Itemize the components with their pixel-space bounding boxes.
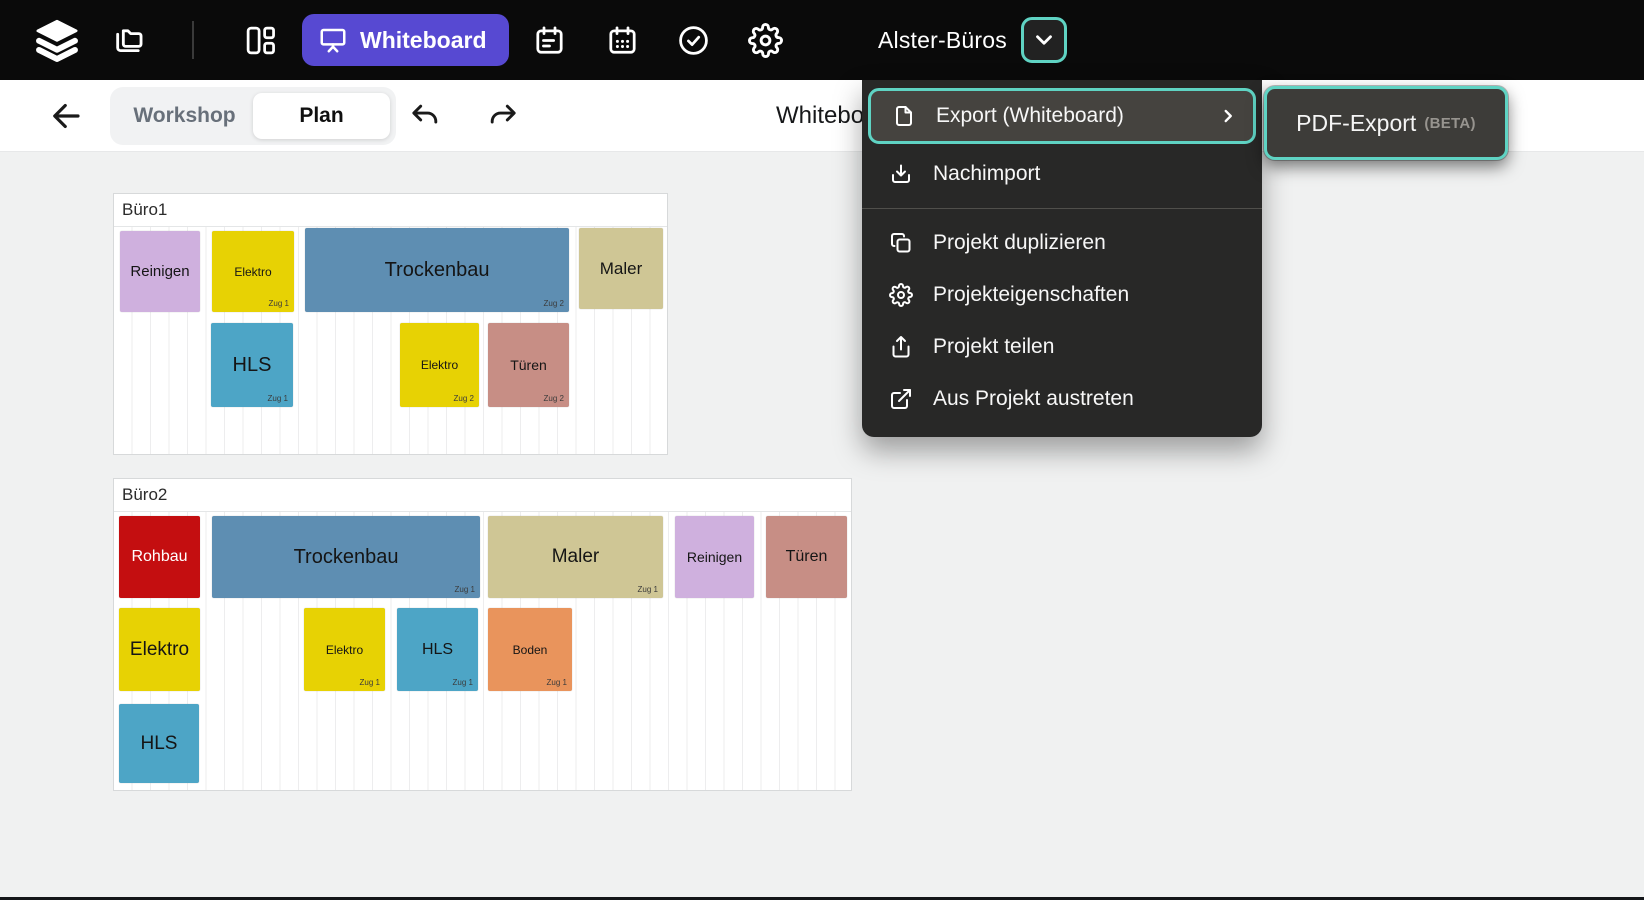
import-icon <box>888 162 914 186</box>
menu-item-label: Projekt teilen <box>933 335 1242 359</box>
board-title: Büro1 <box>114 194 667 227</box>
back-button[interactable] <box>48 98 84 134</box>
task-card-trockenbau[interactable]: Trockenbau Zug 2 <box>305 228 569 312</box>
menu-item-pdf-export[interactable]: PDF-Export (BETA) <box>1264 86 1508 160</box>
pdf-export-label: PDF-Export <box>1296 110 1416 137</box>
task-card-reinigen[interactable]: Reinigen <box>120 231 200 312</box>
card-zug-tag: Zug 1 <box>455 585 475 594</box>
card-label: Elektro <box>421 358 458 372</box>
swimlane-board-büro1: Büro1 Reinigen Elektro Zug 1 Trockenbau Zug 2… <box>113 193 668 455</box>
menu-item-label: Projekteigenschaften <box>933 283 1242 307</box>
menu-item-aus-projekt-austreten[interactable]: Aus Projekt austreten <box>862 373 1262 425</box>
card-zug-tag: Zug 2 <box>454 394 474 403</box>
task-card-trockenbau[interactable]: Trockenbau Zug 1 <box>212 516 480 598</box>
card-zug-tag: Zug 2 <box>544 299 564 308</box>
calendar-month-icon[interactable] <box>606 24 639 57</box>
task-card-maler[interactable]: Maler <box>579 228 663 309</box>
menu-item-label: Projekt duplizieren <box>933 231 1242 255</box>
file-icon <box>891 104 917 128</box>
arrow-left-icon <box>48 98 84 134</box>
card-zug-tag: Zug 2 <box>544 394 564 403</box>
card-zug-tag: Zug 1 <box>268 394 288 403</box>
card-label: Trockenbau <box>294 546 399 569</box>
card-label: Reinigen <box>130 263 189 280</box>
project-name: Alster-Büros <box>878 27 1007 54</box>
card-zug-tag: Zug 1 <box>547 678 567 687</box>
task-card-maler[interactable]: Maler Zug 1 <box>488 516 663 598</box>
card-label: HLS <box>233 354 272 377</box>
card-label: Elektro <box>130 639 189 661</box>
board-grid-area[interactable]: Reinigen Elektro Zug 1 Trockenbau Zug 2 Maler… <box>114 227 667 454</box>
task-card-türen[interactable]: Türen Zug 2 <box>488 323 569 407</box>
card-label: Türen <box>786 548 828 566</box>
card-zug-tag: Zug 1 <box>269 299 289 308</box>
task-card-elektro[interactable]: Elektro Zug 1 <box>304 608 385 691</box>
menu-item-label: Aus Projekt austreten <box>933 387 1242 411</box>
whiteboard-button[interactable]: Whiteboard <box>302 14 509 66</box>
undo-button[interactable] <box>408 100 443 133</box>
card-label: HLS <box>422 641 453 659</box>
task-card-reinigen[interactable]: Reinigen <box>675 516 754 598</box>
task-card-elektro[interactable]: Elektro Zug 2 <box>400 323 479 407</box>
menu-divider <box>862 208 1262 209</box>
calendar-agenda-icon[interactable] <box>533 24 566 57</box>
tab-workshop[interactable]: Workshop <box>116 93 253 139</box>
view-segmented-control: Workshop Plan <box>110 87 396 145</box>
card-label: Elektro <box>234 265 271 279</box>
task-card-hls[interactable]: HLS <box>119 704 199 783</box>
task-card-rohbau[interactable]: Rohbau <box>119 516 200 598</box>
external-icon <box>888 387 914 411</box>
card-label: HLS <box>141 733 178 755</box>
gear-icon <box>888 283 914 307</box>
card-label: Maler <box>552 546 600 568</box>
card-zug-tag: Zug 1 <box>360 678 380 687</box>
whiteboard-canvas[interactable]: Büro1 Reinigen Elektro Zug 1 Trockenbau Zug 2… <box>0 152 1644 900</box>
navbar-divider <box>192 21 194 59</box>
board-title: Büro2 <box>114 479 851 512</box>
swimlane-board-büro2: Büro2 Rohbau Trockenbau Zug 1 Maler Zug 1 Rein… <box>113 478 852 791</box>
task-card-boden[interactable]: Boden Zug 1 <box>488 608 572 691</box>
folders-icon[interactable] <box>112 23 146 57</box>
chevron-down-icon <box>1031 27 1057 53</box>
task-card-türen[interactable]: Türen <box>766 516 847 598</box>
redo-icon <box>485 100 520 133</box>
card-label: Reinigen <box>687 549 742 565</box>
share-icon <box>888 335 914 359</box>
card-label: Boden <box>513 643 548 657</box>
beta-badge: (BETA) <box>1424 115 1476 132</box>
task-card-hls[interactable]: HLS Zug 1 <box>397 608 478 691</box>
chevron-right-icon <box>1217 105 1239 127</box>
task-card-hls[interactable]: HLS Zug 1 <box>211 323 293 407</box>
card-label: Trockenbau <box>385 259 490 282</box>
menu-item-label: Export (Whiteboard) <box>936 104 1198 128</box>
project-dropdown-menu: Export (Whiteboard) Nachimport Projekt dup… <box>862 80 1262 437</box>
menu-item-export-whiteboard[interactable]: Export (Whiteboard) <box>868 88 1256 144</box>
project-menu-button[interactable] <box>1021 17 1067 63</box>
menu-item-label: Nachimport <box>933 162 1242 186</box>
whiteboard-button-label: Whiteboard <box>360 27 487 54</box>
check-circle-icon[interactable] <box>677 24 710 57</box>
top-navbar: Whiteboard Alster-Büros <box>0 0 1644 80</box>
task-card-elektro[interactable]: Elektro Zug 1 <box>212 231 294 312</box>
board-grid-area[interactable]: Rohbau Trockenbau Zug 1 Maler Zug 1 Reinigen T… <box>114 512 851 790</box>
card-label: Maler <box>600 259 643 279</box>
card-label: Türen <box>510 357 547 373</box>
tab-plan[interactable]: Plan <box>253 93 390 139</box>
card-zug-tag: Zug 1 <box>638 585 658 594</box>
card-label: Rohbau <box>131 548 187 566</box>
layers-logo-icon[interactable] <box>34 17 80 63</box>
menu-item-projekt-teilen[interactable]: Projekt teilen <box>862 321 1262 373</box>
card-label: Elektro <box>326 643 363 657</box>
layout-icon[interactable] <box>244 24 277 57</box>
menu-item-projekt-duplizieren[interactable]: Projekt duplizieren <box>862 217 1262 269</box>
redo-button[interactable] <box>485 100 520 133</box>
task-card-elektro[interactable]: Elektro <box>119 608 200 691</box>
presentation-icon <box>318 25 348 55</box>
copy-icon <box>888 231 914 255</box>
menu-item-projekteigenschaften[interactable]: Projekteigenschaften <box>862 269 1262 321</box>
gear-icon[interactable] <box>748 23 783 58</box>
card-zug-tag: Zug 1 <box>453 678 473 687</box>
undo-icon <box>408 100 443 133</box>
menu-item-nachimport[interactable]: Nachimport <box>862 148 1262 200</box>
